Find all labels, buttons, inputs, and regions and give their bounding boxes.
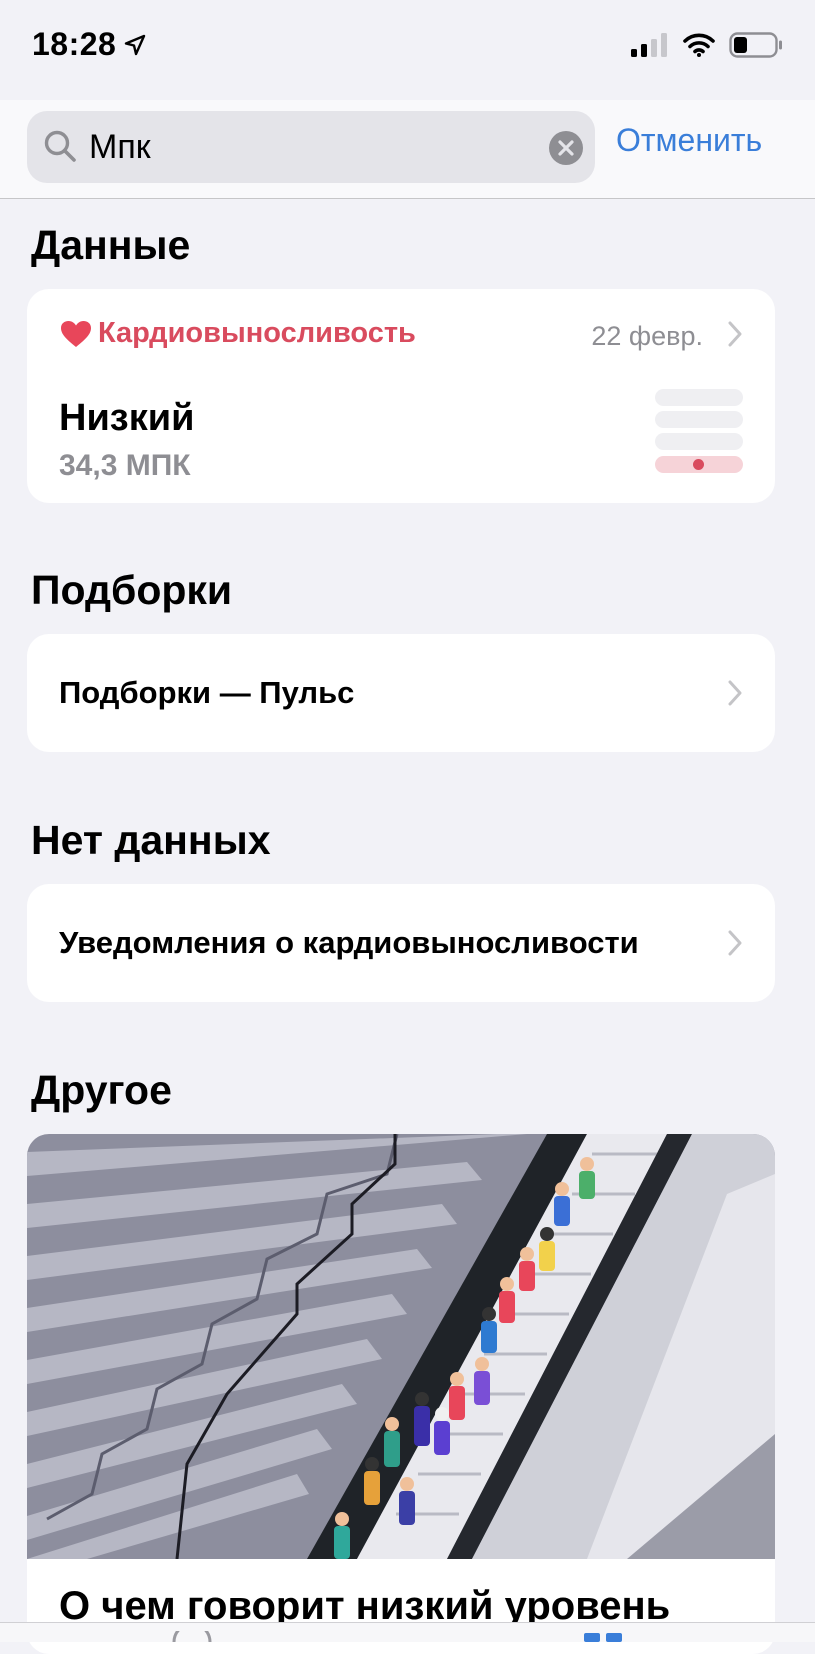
cardio-fitness-vo2max: 34,3 МПК <box>59 449 191 482</box>
heart-icon <box>61 320 91 347</box>
cardio-level-chart <box>655 389 743 475</box>
article-card[interactable]: О чем говорит низкий уровень <box>27 1134 775 1654</box>
collection-row-pulse[interactable]: Подборки — Пульс <box>27 634 775 752</box>
cellular-signal-icon <box>631 33 667 57</box>
cardio-fitness-title: Кардиовыносливость <box>98 317 416 349</box>
section-title-collections: Подборки <box>31 567 233 613</box>
cardio-fitness-date: 22 февр. <box>591 321 703 351</box>
tab-icon-browse[interactable] <box>582 1631 626 1642</box>
chevron-right-icon <box>728 930 742 956</box>
chevron-right-icon <box>728 321 742 347</box>
article-illustration <box>27 1134 775 1559</box>
search-field[interactable] <box>27 111 595 183</box>
no-data-row-notifications[interactable]: Уведомления о кардиовыносливости <box>27 884 775 1002</box>
collection-row-label: Подборки — Пульс <box>59 675 355 710</box>
cardio-fitness-header: Кардиовыносливость <box>60 317 416 350</box>
tab-icon-summary[interactable] <box>170 1631 214 1642</box>
search-icon <box>44 130 76 162</box>
cardio-fitness-card[interactable]: Кардиовыносливость 22 февр. Низкий 34,3 … <box>27 289 775 503</box>
battery-icon <box>729 32 782 58</box>
cancel-button[interactable]: Отменить <box>616 122 762 159</box>
search-header: Отменить <box>0 100 815 199</box>
level-bar <box>655 433 743 450</box>
status-time: 18:28 <box>32 26 146 63</box>
chevron-right-icon <box>728 680 742 706</box>
clear-search-icon[interactable] <box>549 131 583 165</box>
section-title-no-data: Нет данных <box>31 817 271 863</box>
search-input[interactable] <box>89 121 529 173</box>
location-arrow-icon <box>125 34 146 55</box>
cardio-fitness-level: Низкий <box>59 397 195 439</box>
tab-bar <box>0 1622 815 1642</box>
level-bar <box>655 389 743 406</box>
level-marker-dot <box>693 459 704 470</box>
no-data-row-label: Уведомления о кардиовыносливости <box>59 925 639 960</box>
section-title-other: Другое <box>31 1067 172 1113</box>
status-time-label: 18:28 <box>32 26 117 62</box>
status-bar: 18:28 <box>0 0 815 100</box>
wifi-icon <box>683 33 715 57</box>
status-indicators <box>631 32 783 58</box>
level-bar <box>655 411 743 428</box>
section-title-data: Данные <box>31 222 191 268</box>
